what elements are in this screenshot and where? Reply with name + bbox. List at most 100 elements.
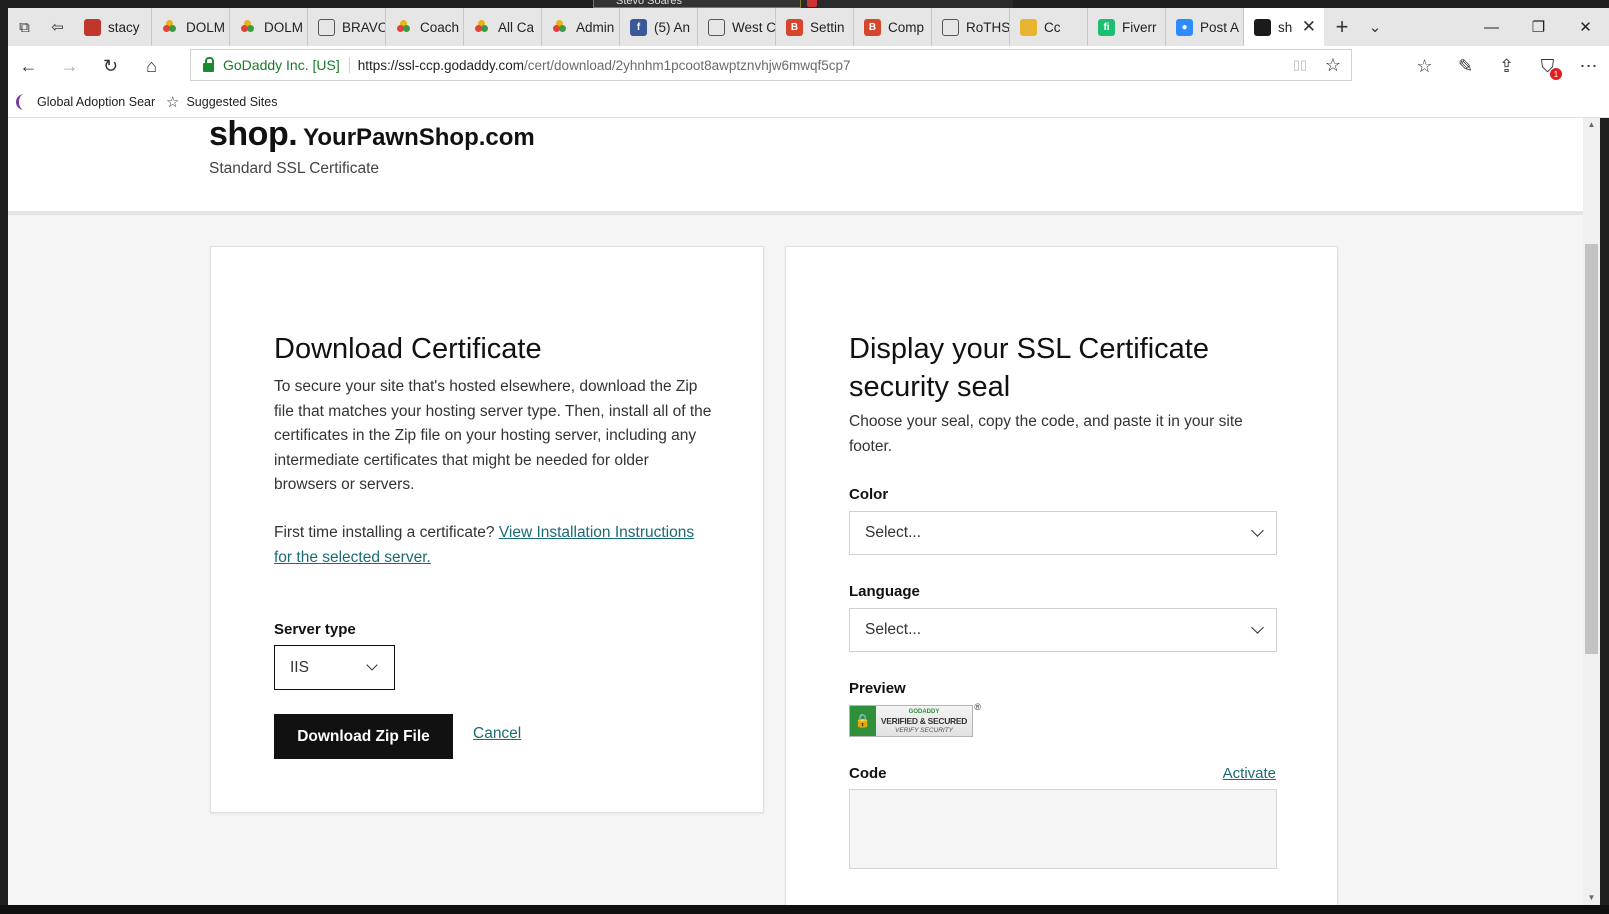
tab-manager-button[interactable]: ⧉ [8, 8, 41, 46]
background-window-title: Stevo Soares [593, 0, 1013, 8]
web-note-icon[interactable]: ✎ [1445, 46, 1486, 86]
favorites-bar: Global Adoption Sear ☆ Suggested Sites [8, 86, 1609, 118]
more-menu-icon[interactable]: ⋯ [1568, 46, 1609, 86]
home-icon[interactable]: ⌂ [131, 46, 172, 86]
tab-label: stacy [108, 19, 140, 35]
color-value: Select... [865, 524, 921, 541]
star-icon: ☆ [166, 93, 180, 111]
language-value: Select... [865, 621, 921, 638]
server-type-value: IIS [290, 658, 309, 676]
cancel-link[interactable]: Cancel [473, 725, 521, 743]
browser-tab[interactable]: Coach [386, 8, 464, 46]
favorite-global-adoption[interactable]: Global Adoption Sear [8, 93, 158, 110]
app-icon [807, 0, 817, 7]
language-label: Language [849, 583, 920, 600]
minimize-button[interactable]: — [1468, 8, 1515, 46]
url-host: https://ssl-ccp.godaddy.com [357, 57, 525, 73]
security-seal-preview: 🔒 GODADDY VERIFIED & SECURED VERIFY SECU… [849, 702, 981, 737]
tab-label: Cc [1044, 19, 1061, 35]
close-window-button[interactable]: ✕ [1562, 8, 1609, 46]
server-type-select[interactable]: IIS [274, 645, 395, 690]
favorite-star-icon[interactable]: ☆ [1315, 55, 1351, 76]
vertical-scrollbar[interactable]: ▲ ▼ [1583, 118, 1600, 905]
browser-tab[interactable]: ● Post A [1166, 8, 1244, 46]
restore-button[interactable]: ❐ [1515, 8, 1562, 46]
browser-tab[interactable]: RoTHS [932, 8, 1010, 46]
page-content: shop. YourPawnShop.com Standard SSL Cert… [8, 118, 1583, 905]
browser-tab[interactable]: sh ✕ [1244, 8, 1324, 46]
colored-dots-icon [474, 19, 491, 36]
browser-tab[interactable]: West C [698, 8, 776, 46]
browser-tab[interactable]: B Comp [854, 8, 932, 46]
reading-view-icon[interactable]: ▯▯ [1285, 57, 1315, 73]
browser-tab[interactable]: DOLM [152, 8, 230, 46]
tab-label: West C [732, 19, 775, 35]
browser-tab[interactable]: BRAVO [308, 8, 386, 46]
godaddy-icon [1254, 18, 1271, 36]
adoption-site-icon [16, 93, 30, 110]
colored-dots-icon [240, 19, 257, 36]
pdf-icon [84, 18, 101, 36]
installation-help: First time installing a certificate? Vie… [274, 521, 714, 570]
padlock-icon: 🔒 [850, 706, 876, 736]
new-tab-button[interactable]: + [1324, 8, 1360, 46]
tab-label: All Ca [498, 19, 535, 35]
browser-tab[interactable]: f (5) An [620, 8, 698, 46]
browser-tab[interactable]: fi Fiverr [1088, 8, 1166, 46]
browser-tab[interactable]: Cc [1010, 8, 1088, 46]
close-tab-icon[interactable]: ✕ [1302, 17, 1316, 37]
colored-dots-icon [552, 19, 569, 36]
color-select[interactable]: Select... [849, 511, 1277, 555]
refresh-icon[interactable]: ↻ [90, 46, 131, 86]
site-identity[interactable]: GoDaddy Inc. [US] [223, 57, 350, 73]
tab-label: Admin [576, 19, 615, 35]
b-icon: B [786, 18, 803, 36]
browser-tab[interactable]: All Ca [464, 8, 542, 46]
activate-link[interactable]: Activate [1223, 765, 1276, 782]
scroll-up-arrow-icon[interactable]: ▲ [1583, 118, 1600, 132]
seal-title: Display your SSL Certificate security se… [849, 333, 1209, 403]
security-seal-card: Display your SSL Certificate security se… [785, 246, 1338, 905]
tab-label: Post A [1200, 19, 1240, 35]
share-icon[interactable]: ⇪ [1486, 46, 1527, 86]
seal-sub-text: VERIFY SECURITY [894, 726, 954, 734]
zoom-icon: ● [1176, 18, 1193, 36]
url-path: /cert/download/2yhnhm1pcoot8awptznvhjw6m… [524, 57, 851, 73]
colored-dots-icon [162, 19, 179, 36]
extension-shield-icon[interactable]: ⛉ 1 [1527, 46, 1568, 86]
fiverr-icon: fi [1098, 18, 1115, 36]
tab-label: (5) An [654, 19, 691, 35]
taskbar [0, 905, 1609, 914]
tab-preview-button[interactable]: ⌄ [1360, 8, 1390, 46]
download-zip-button[interactable]: Download Zip File [274, 714, 453, 759]
code-label: Code [849, 765, 887, 782]
address-bar[interactable]: GoDaddy Inc. [US] https://ssl-ccp.godadd… [190, 49, 1352, 81]
tab-label: DOLM [264, 19, 304, 35]
domain-tld: shop. [209, 118, 298, 153]
back-icon[interactable]: ← [8, 46, 49, 86]
tab-label: Fiverr [1122, 19, 1157, 35]
facebook-icon: f [630, 18, 647, 36]
favorite-suggested-sites[interactable]: ☆ Suggested Sites [158, 93, 278, 111]
browser-tab[interactable]: DOLM [230, 8, 308, 46]
forward-icon[interactable]: → [49, 46, 90, 86]
favorites-hub-icon[interactable]: ☆ [1404, 46, 1445, 86]
chevron-down-icon [366, 658, 378, 671]
seal-code-textarea[interactable] [849, 789, 1277, 869]
language-select[interactable]: Select... [849, 608, 1277, 652]
color-label: Color [849, 486, 889, 503]
download-description: To secure your site that's hosted elsewh… [274, 378, 712, 493]
navigation-bar: ← → ↻ ⌂ GoDaddy Inc. [US] https://ssl-cc… [8, 46, 1609, 86]
preview-label: Preview [849, 680, 906, 697]
certificate-type: Standard SSL Certificate [209, 160, 380, 177]
browser-tab[interactable]: stacy [74, 8, 152, 46]
chevron-down-icon [1251, 621, 1264, 634]
browser-tab[interactable]: Admin [542, 8, 620, 46]
scroll-down-arrow-icon[interactable]: ▼ [1583, 891, 1600, 905]
set-tabs-aside-button[interactable]: ⇦ [41, 8, 74, 46]
browser-tab[interactable]: B Settin [776, 8, 854, 46]
scrollbar-thumb[interactable] [1585, 244, 1598, 654]
tab-label: Coach [420, 19, 460, 35]
tab-bar: ⧉ ⇦ stacy DOLM DOLM BRAVO Coach All Ca Admin f (… [8, 8, 1609, 46]
url-text[interactable]: https://ssl-ccp.godaddy.com/cert/downloa… [358, 58, 851, 73]
